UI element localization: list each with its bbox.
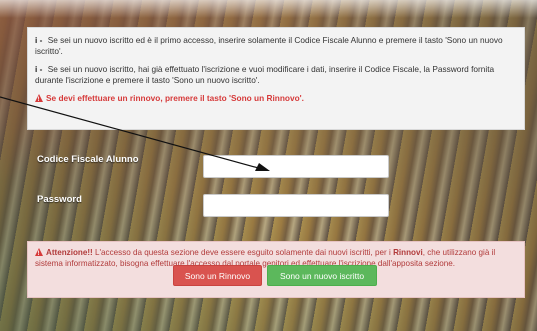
rinnovo-warning: Se devi effettuare un rinnovo, premere i… <box>35 93 517 106</box>
info-line-1: i - Se sei un nuovo iscritto ed è il pri… <box>35 35 517 57</box>
sono-un-rinnovo-button[interactable]: Sono un Rinnovo <box>173 265 262 286</box>
login-form: Codice Fiscale Alunno Password <box>27 143 525 231</box>
info-prefix-2: i - <box>35 64 45 74</box>
warning-icon <box>35 94 43 106</box>
alert-body-1: L'accesso da questa sezione deve essere … <box>92 248 394 257</box>
warning-text: Se devi effettuare un rinnovo, premere i… <box>46 93 304 103</box>
info-text-1: Se sei un nuovo iscritto ed è il primo a… <box>35 35 503 56</box>
alert-warning-icon <box>35 248 43 260</box>
codice-fiscale-input[interactable] <box>203 155 389 178</box>
password-label: Password <box>37 194 82 205</box>
info-line-2: i - Se sei un nuovo iscritto, hai già ef… <box>35 64 517 86</box>
info-text-2: Se sei un nuovo iscritto, hai già effett… <box>35 64 495 85</box>
info-panel: i - Se sei un nuovo iscritto ed è il pri… <box>27 27 525 130</box>
sono-un-nuovo-iscritto-button[interactable]: Sono un nuovo iscritto <box>267 265 377 286</box>
password-input[interactable] <box>203 194 389 217</box>
codice-fiscale-label: Codice Fiscale Alunno <box>37 154 139 165</box>
alert-rinnovi: Rinnovi <box>393 248 423 257</box>
alert-title: Attenzione!! <box>46 248 93 257</box>
top-fade <box>0 0 537 18</box>
info-prefix-1: i - <box>35 35 45 45</box>
